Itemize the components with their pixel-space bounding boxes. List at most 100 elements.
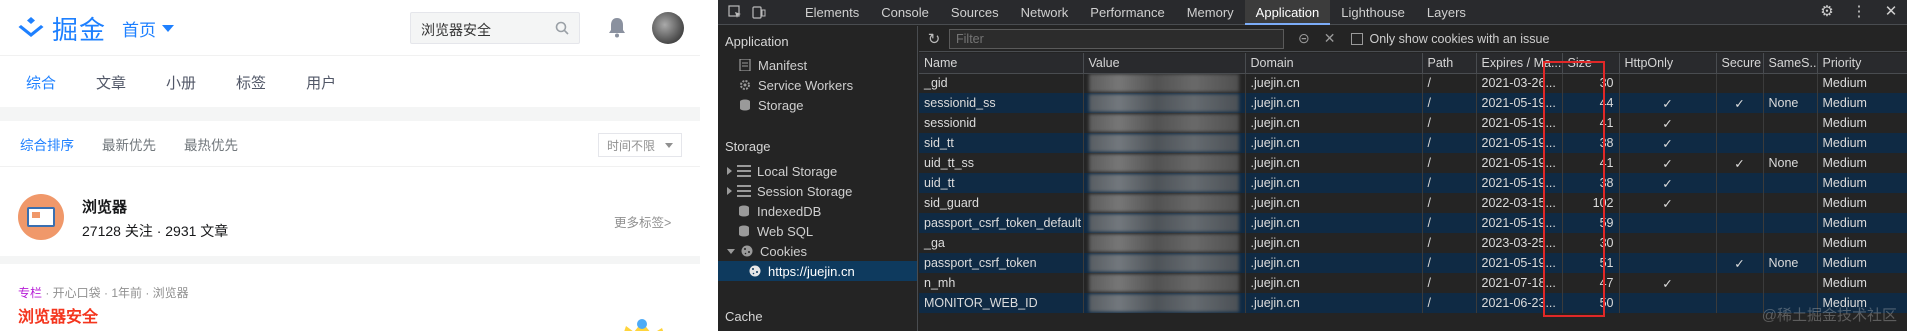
tag-card[interactable]: 浏览器 27128 关注 · 2931 文章 更多标签> <box>0 168 700 264</box>
sidebar-item-indexeddb[interactable]: IndexedDB <box>718 201 917 221</box>
close-icon[interactable]: ✕ <box>1883 4 1899 20</box>
cell-name: MONITOR_WEB_ID <box>919 293 1084 313</box>
home-dropdown[interactable]: 首页 <box>122 16 174 41</box>
col-header-name[interactable]: Name <box>919 53 1084 74</box>
cell-name: passport_csrf_token <box>919 253 1084 273</box>
article-entry[interactable]: 专栏 · 开心口袋 · 1年前 · 浏览器 浏览器安全 <box>0 272 700 331</box>
expand-arrow-icon[interactable] <box>727 187 732 195</box>
cell-value <box>1083 293 1246 313</box>
expand-arrow-icon[interactable] <box>727 167 732 175</box>
time-filter-value: 时间不限 <box>607 138 656 153</box>
sort-hottest[interactable]: 最热优先 <box>184 134 238 154</box>
tab-lighthouse[interactable]: Lighthouse <box>1330 0 1416 25</box>
cell-samesite <box>1763 113 1818 133</box>
tab-sources[interactable]: Sources <box>940 0 1010 25</box>
col-header-path[interactable]: Path <box>1422 53 1477 74</box>
cell-path: / <box>1422 153 1477 173</box>
col-header-secure[interactable]: Secure <box>1716 53 1764 74</box>
tab-memory[interactable]: Memory <box>1176 0 1245 25</box>
table-row[interactable]: sid_tt .juejin.cn/2021-05-19... 38 ✓ Medium <box>919 133 1907 153</box>
cell-httponly <box>1619 233 1717 253</box>
table-row[interactable]: sessionid_ss .juejin.cn/2021-05-19... 44 ✓ ✓… <box>919 93 1907 113</box>
redacted-value <box>1088 114 1239 132</box>
redacted-value <box>1088 294 1239 312</box>
sidebar-item-local-storage[interactable]: Local Storage <box>718 161 917 181</box>
issue-filter-checkbox[interactable]: Only show cookies with an issue <box>1351 32 1549 46</box>
device-toolbar-icon[interactable] <box>752 5 766 19</box>
table-row[interactable]: _gid .juejin.cn/2021-03-26... 30 Medium <box>919 73 1907 93</box>
cell-value <box>1083 273 1246 293</box>
chevron-down-icon <box>665 142 673 148</box>
table-row[interactable]: uid_tt_ss .juejin.cn/2021-05-19... 41 ✓ ✓ Non… <box>919 153 1907 173</box>
search-value: 浏览器安全 <box>421 22 491 38</box>
col-header-httponly[interactable]: HttpOnly <box>1619 53 1717 74</box>
sort-comprehensive[interactable]: 综合排序 <box>20 134 74 154</box>
time-filter-select[interactable]: 时间不限 <box>598 133 682 157</box>
tab-articles[interactable]: 文章 <box>96 72 126 93</box>
refresh-icon[interactable]: ↻ <box>919 30 949 48</box>
cell-domain: .juejin.cn <box>1245 153 1423 173</box>
avatar[interactable] <box>652 12 684 44</box>
table-row[interactable]: n_mh .juejin.cn/2021-07-18... 47 ✓ Medium <box>919 273 1907 293</box>
cell-samesite <box>1763 233 1818 253</box>
cell-secure <box>1716 73 1764 93</box>
tab-users[interactable]: 用户 <box>306 72 336 93</box>
sidebar-item-service-workers[interactable]: Service Workers <box>718 75 917 95</box>
table-row[interactable]: MONITOR_WEB_ID .juejin.cn/2021-06-23... 50… <box>919 293 1907 313</box>
delete-selected-icon[interactable]: ✕ <box>1324 30 1336 47</box>
cookie-toolbar: ↻ ⊝ ✕ Only show cookies with an issue <box>919 26 1907 52</box>
juejin-page: 掘金 首页 浏览器安全 综合 文章 小册 标签 用户 综合排序 最新优先 最热优… <box>0 0 700 331</box>
tab-booklets[interactable]: 小册 <box>166 72 196 93</box>
table-row[interactable]: sid_guard .juejin.cn/2022-03-15... 102 ✓ Med… <box>919 193 1907 213</box>
redacted-value <box>1088 234 1239 252</box>
sidebar-item-storage[interactable]: Storage <box>718 95 917 115</box>
tab-console[interactable]: Console <box>870 0 940 25</box>
settings-gear-icon[interactable]: ⚙ <box>1819 4 1835 20</box>
tab-elements[interactable]: Elements <box>794 0 870 25</box>
tag-name[interactable]: 浏览器 <box>82 196 127 217</box>
home-label: 首页 <box>122 21 156 40</box>
filter-input[interactable] <box>949 28 1284 49</box>
col-header-samesite[interactable]: SameS... <box>1763 53 1818 74</box>
checkbox-box[interactable] <box>1351 32 1364 45</box>
tab-all[interactable]: 综合 <box>26 72 56 93</box>
cell-secure: ✓ <box>1716 93 1764 113</box>
tab-performance[interactable]: Performance <box>1079 0 1175 25</box>
inspect-element-icon[interactable] <box>728 5 742 19</box>
table-row[interactable]: sessionid .juejin.cn/2021-05-19... 41 ✓ Medi… <box>919 113 1907 133</box>
col-header-value[interactable]: Value <box>1083 53 1246 74</box>
cell-value <box>1083 173 1246 193</box>
more-tags-link[interactable]: 更多标签> <box>614 212 671 231</box>
cell-path: / <box>1422 193 1477 213</box>
browser-tag-icon <box>18 194 64 240</box>
more-options-icon[interactable]: ⋮ <box>1851 4 1867 20</box>
site-logo[interactable]: 掘金 <box>16 10 106 46</box>
sort-newest[interactable]: 最新优先 <box>102 134 156 154</box>
table-row[interactable]: passport_csrf_token_default .juejin.cn/20… <box>919 213 1907 233</box>
entry-title[interactable]: 浏览器安全 <box>18 303 98 327</box>
col-header-priority[interactable]: Priority <box>1817 53 1907 74</box>
sidebar-item-web-sql[interactable]: Web SQL <box>718 221 917 241</box>
table-row[interactable]: uid_tt .juejin.cn/2021-05-19... 38 ✓ Medium <box>919 173 1907 193</box>
tab-application[interactable]: Application <box>1244 0 1331 25</box>
database-icon <box>737 205 751 217</box>
sidebar-item-cookies[interactable]: Cookies <box>718 241 917 261</box>
search-icon[interactable] <box>555 21 569 35</box>
clear-filtered-icon[interactable]: ⊝ <box>1298 30 1310 47</box>
cell-priority: Medium <box>1817 173 1907 193</box>
bell-icon[interactable] <box>607 16 627 38</box>
cell-name: uid_tt_ss <box>919 153 1084 173</box>
tab-network[interactable]: Network <box>1010 0 1080 25</box>
sidebar-item-manifest[interactable]: Manifest <box>718 55 917 75</box>
cell-path: / <box>1422 93 1477 113</box>
search-input[interactable]: 浏览器安全 <box>410 12 580 44</box>
sidebar-item-cookie-origin[interactable]: https://juejin.cn <box>718 261 917 281</box>
collapse-arrow-icon[interactable] <box>727 248 735 254</box>
col-header-domain[interactable]: Domain <box>1245 53 1423 74</box>
table-row[interactable]: _ga .juejin.cn/2023-03-25... 30 Medium <box>919 233 1907 253</box>
tab-tags[interactable]: 标签 <box>236 72 266 93</box>
tab-layers[interactable]: Layers <box>1416 0 1477 25</box>
table-row[interactable]: passport_csrf_token .juejin.cn/2021-05-19… <box>919 253 1907 273</box>
checkbox-label: Only show cookies with an issue <box>1369 31 1550 46</box>
sidebar-item-session-storage[interactable]: Session Storage <box>718 181 917 201</box>
